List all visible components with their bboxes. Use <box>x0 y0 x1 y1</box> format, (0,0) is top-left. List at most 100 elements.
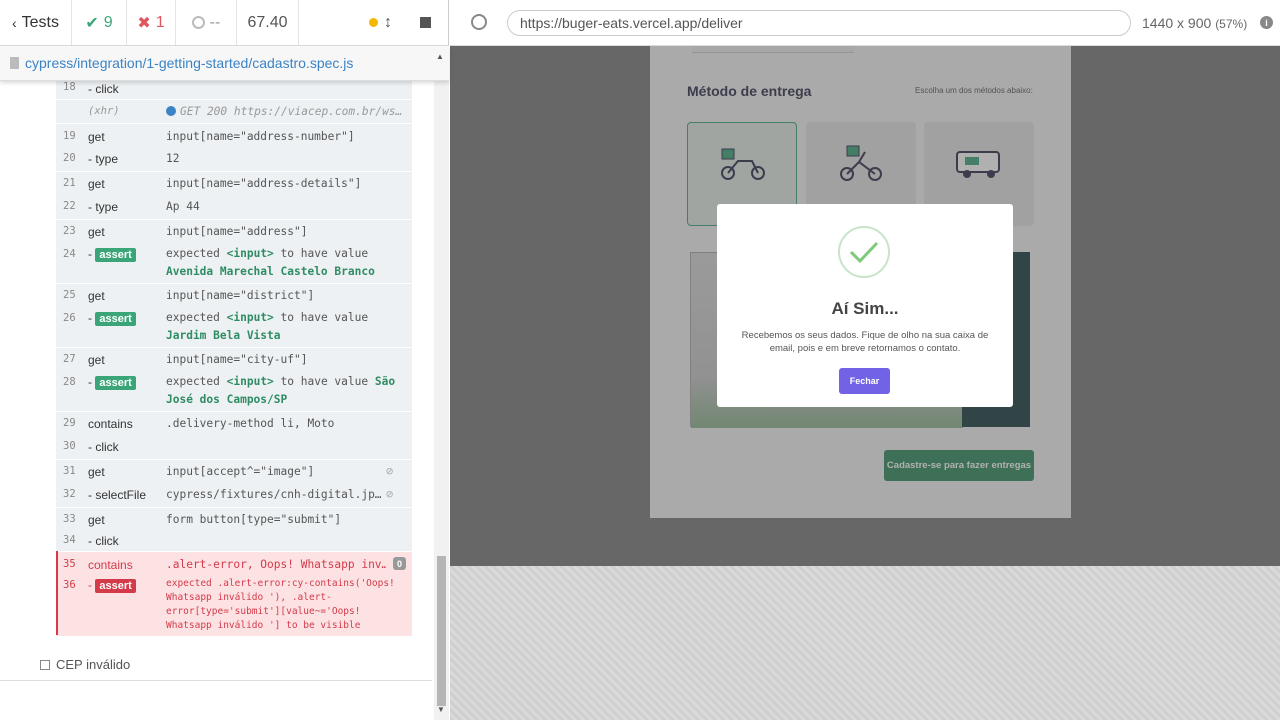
command-row-error[interactable]: 35 contains .alert-error, Oops! Whatsapp… <box>56 551 412 575</box>
command-row[interactable]: (xhr) GET 200 https://viacep.com.br/ws… <box>56 99 412 123</box>
command-message: input[name="address-number"] <box>166 130 355 143</box>
command-number: 20 <box>63 152 76 164</box>
command-row[interactable]: 33 get form button[type="submit"] <box>56 507 412 531</box>
command-name: get <box>88 289 105 303</box>
command-number: 30 <box>63 440 76 452</box>
command-name: get <box>88 225 105 239</box>
element-count-badge: 0 <box>393 557 406 570</box>
viewport-background <box>450 566 1280 720</box>
scroll-down-icon[interactable]: ▼ <box>437 705 445 714</box>
command-message: input[accept^="image"] <box>166 465 315 478</box>
run-controls: ↕ <box>299 0 449 45</box>
stop-icon[interactable] <box>420 17 431 28</box>
command-row[interactable]: 21 get input[name="address-details"] <box>56 171 412 195</box>
command-row[interactable]: 26 - assert expected <input> to have val… <box>56 307 412 347</box>
command-name: get <box>88 465 105 479</box>
scrollbar-thumb[interactable] <box>437 556 446 706</box>
circle-icon <box>191 16 205 29</box>
command-number: 34 <box>63 534 76 546</box>
command-message: form button[type="submit"] <box>166 513 342 526</box>
test-item[interactable]: CEP inválido <box>40 657 130 672</box>
collapse-arrow-icon[interactable]: ▲ <box>436 52 444 61</box>
command-row[interactable]: 31 get input[accept^="image"] ⊘ <box>56 459 412 483</box>
command-log-panel: ‹ Tests ✔ 9 ✖ 1 -- 67.40 ↕ cypress/integ… <box>0 0 449 720</box>
command-message: input[name="address-details"] <box>166 177 362 190</box>
pending-count[interactable]: -- <box>176 0 237 45</box>
command-row[interactable]: 24 - assert expected <input> to have val… <box>56 243 412 283</box>
command-row[interactable]: 19 get input[name="address-number"] <box>56 123 412 147</box>
command-name: get <box>88 177 105 191</box>
eye-slash-icon: ⊘ <box>386 464 394 478</box>
x-icon: ✖ <box>137 14 151 32</box>
close-button[interactable]: Fechar <box>839 368 890 394</box>
command-number: 23 <box>63 225 76 237</box>
command-number: 36 <box>63 579 76 591</box>
command-row[interactable]: 22 - type Ap 44 <box>56 195 412 219</box>
command-row[interactable]: 34 - click <box>56 531 412 551</box>
test-title: CEP inválido <box>56 657 131 672</box>
command-name: - click <box>88 440 119 454</box>
command-row[interactable]: 23 get input[name="address"] <box>56 219 412 243</box>
status-dot-icon[interactable]: ↕ <box>369 14 392 32</box>
command-row[interactable]: 18 - click <box>56 81 412 99</box>
app-preview: https://buger-eats.vercel.app/deliver 14… <box>450 0 1280 720</box>
command-number: 18 <box>63 81 76 93</box>
command-message: expected <input> to have value Jardim Be… <box>166 311 369 342</box>
command-name: - click <box>88 534 119 548</box>
selector-playground-icon[interactable] <box>471 14 487 30</box>
command-number: 33 <box>63 513 76 525</box>
command-row[interactable]: 28 - assert expected <input> to have val… <box>56 371 412 411</box>
error-indicator <box>56 551 58 635</box>
assert-badge: assert <box>95 248 136 262</box>
spec-file-bar[interactable]: cypress/integration/1-getting-started/ca… <box>0 46 449 81</box>
info-icon[interactable]: i <box>1260 16 1273 29</box>
modal-text: Recebemos os seus dados. Fique de olho n… <box>741 330 989 354</box>
assert-badge: assert <box>95 312 136 326</box>
command-name: contains <box>88 558 133 572</box>
passed-number: 9 <box>103 13 113 31</box>
command-message: input[name="address"] <box>166 225 308 238</box>
command-name: - click <box>88 82 119 96</box>
app-viewport: Método de entrega Escolha um dos métodos… <box>450 46 1280 566</box>
command-message: GET 200 https://viacep.com.br/ws… <box>166 105 406 118</box>
command-message: expected <input> to have value São José … <box>166 375 396 406</box>
tests-label: Tests <box>21 13 59 31</box>
command-row[interactable]: 30 - click <box>56 435 412 459</box>
command-number: 19 <box>63 130 76 142</box>
command-name: - assert <box>88 311 136 326</box>
spec-path[interactable]: cypress/integration/1-getting-started/ca… <box>25 55 353 71</box>
command-name: - selectFile <box>88 488 147 502</box>
command-row[interactable]: 27 get input[name="city-uf"] <box>56 347 412 371</box>
duration: 67.40 <box>237 0 299 45</box>
tests-button[interactable]: ‹ Tests <box>0 0 72 45</box>
command-row[interactable]: 29 contains .delivery-method li, Moto <box>56 411 412 435</box>
eye-slash-icon: ⊘ <box>386 487 394 501</box>
url-bar[interactable]: https://buger-eats.vercel.app/deliver <box>507 10 1131 36</box>
chevron-left-icon: ‹ <box>11 14 17 31</box>
command-name: get <box>88 130 105 144</box>
command-list: 18 - click (xhr) GET 200 https://viacep.… <box>56 81 412 636</box>
command-number: 21 <box>63 177 76 189</box>
command-row[interactable]: 25 get input[name="district"] <box>56 283 412 307</box>
command-row[interactable]: 20 - type 12 <box>56 147 412 171</box>
passed-count[interactable]: ✔ 9 <box>72 0 127 45</box>
command-number: 22 <box>63 200 76 212</box>
viewport-info: 1440 x 900 (57%) <box>1142 15 1248 31</box>
assert-badge: assert <box>95 376 136 390</box>
command-name: get <box>88 513 105 527</box>
command-message: input[name="district"] <box>166 289 315 302</box>
command-message: expected .alert-error:cy-contains('Oops!… <box>166 578 395 631</box>
divider <box>0 680 432 681</box>
test-status-icon <box>40 659 50 670</box>
command-name: - assert <box>88 247 136 262</box>
failed-count[interactable]: ✖ 1 <box>127 0 176 45</box>
scrollbar[interactable]: ▼ <box>434 48 449 720</box>
file-icon <box>10 57 19 69</box>
failed-number: 1 <box>155 13 165 31</box>
command-row[interactable]: 32 - selectFile cypress/fixtures/cnh-dig… <box>56 483 412 507</box>
command-row-error[interactable]: 36 - assert expected .alert-error:cy-con… <box>56 575 412 636</box>
modal-title: Aí Sim... <box>831 299 899 318</box>
command-number: 26 <box>63 312 76 324</box>
command-name: (xhr) <box>88 105 120 117</box>
command-number: 32 <box>63 488 76 500</box>
